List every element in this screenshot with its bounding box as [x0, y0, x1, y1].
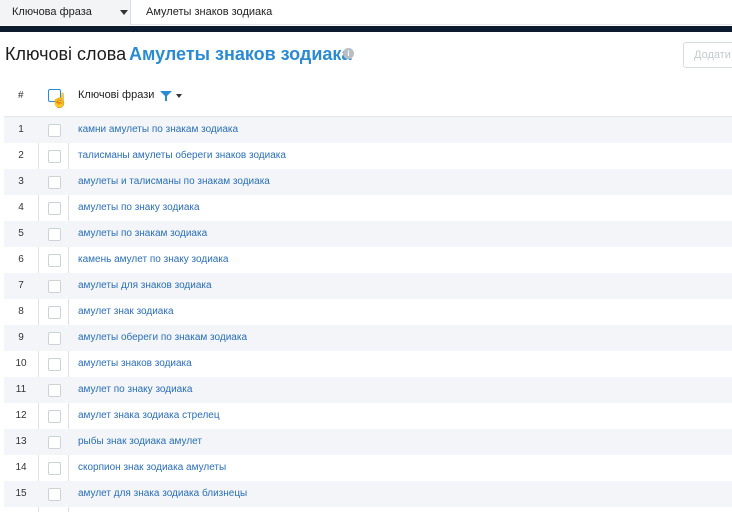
keyword-link[interactable]: амулеты для знаков зодиака — [78, 280, 212, 291]
keyword-link[interactable]: талисманы амулеты обереги знаков зодиака — [78, 150, 286, 161]
row-number: 9 — [18, 332, 24, 343]
table-row: 15 амулет для знака зодиака близнецы — [4, 481, 732, 507]
row-checkbox[interactable] — [48, 332, 61, 345]
row-number: 8 — [18, 306, 24, 317]
filter-icon-stem — [165, 96, 167, 101]
row-checkbox[interactable] — [48, 462, 61, 475]
table-row: 12 амулет знака зодиака стрелец — [4, 403, 732, 429]
sort-chevron-icon[interactable] — [176, 94, 182, 98]
keyword-link[interactable]: амулеты по знаку зодиака — [78, 202, 200, 213]
search-input[interactable]: Амулеты знаков зодиака — [146, 6, 272, 18]
keyword-link[interactable]: рыбы знак зодиака амулет — [78, 436, 202, 447]
keyword-link[interactable]: амулет знака зодиака стрелец — [78, 410, 220, 421]
row-number: 1 — [18, 124, 24, 135]
row-number: 6 — [18, 254, 24, 265]
keyword-link[interactable]: камни амулеты по знакам зодиака — [78, 124, 238, 135]
chevron-down-icon[interactable] — [120, 10, 128, 15]
row-number: 11 — [15, 384, 27, 395]
row-number: 5 — [18, 228, 24, 239]
table-row: 5 амулеты по знакам зодиака — [4, 221, 732, 247]
row-checkbox[interactable] — [48, 254, 61, 267]
column-header-keywords[interactable]: Ключові фрази — [78, 89, 154, 101]
keywords-table: # ☝ Ключові фрази 1 камни амулеты по знак… — [4, 74, 732, 512]
keyword-link[interactable]: камень амулет по знаку зодиака — [78, 254, 229, 265]
row-number: 13 — [15, 436, 27, 447]
row-number: 15 — [15, 488, 27, 499]
keyword-link[interactable]: амулеты по знакам зодиака — [78, 228, 207, 239]
keyword-link[interactable]: скорпион знак зодиака амулеты — [78, 462, 226, 473]
table-row: 3 амулеты и талисманы по знакам зодиака — [4, 169, 732, 195]
add-button[interactable]: Додати — [683, 42, 732, 68]
table-row: 2 талисманы амулеты обереги знаков зодиак… — [4, 143, 732, 169]
row-number: 2 — [18, 150, 24, 161]
table-row: 11 амулет по знаку зодиака — [4, 377, 732, 403]
row-checkbox[interactable] — [48, 124, 61, 137]
hand-cursor-icon: ☝ — [51, 92, 69, 108]
row-checkbox[interactable] — [48, 384, 61, 397]
field-select-label: Ключова фраза — [12, 6, 92, 18]
table-row: 6 камень амулет по знаку зодиака — [4, 247, 732, 273]
keyword-link[interactable]: амулет для знака зодиака близнецы — [78, 488, 247, 499]
page-title-phrase: Амулеты знаков зодиака — [129, 44, 352, 64]
row-checkbox[interactable] — [48, 280, 61, 293]
row-number: 12 — [15, 410, 27, 421]
table-row: 7 амулеты для знаков зодиака — [4, 273, 732, 299]
keyword-link[interactable]: амулеты и талисманы по знакам зодиака — [78, 176, 270, 187]
divider-bar — [0, 26, 732, 32]
keyword-link[interactable]: амулет по знаку зодиака — [78, 384, 192, 395]
table-row: 8 амулет знак зодиака — [4, 299, 732, 325]
row-checkbox[interactable] — [48, 410, 61, 423]
table-header: # ☝ Ключові фрази — [4, 74, 732, 117]
column-header-number: # — [18, 90, 24, 101]
row-checkbox[interactable] — [48, 306, 61, 319]
table-row: 13 рыбы знак зодиака амулет — [4, 429, 732, 455]
table-row: 14 скорпион знак зодиака амулеты — [4, 455, 732, 481]
table-row: 9 амулеты обереги по знакам зодиака — [4, 325, 732, 351]
row-checkbox[interactable] — [48, 436, 61, 449]
info-icon[interactable]: i — [343, 48, 354, 59]
keyword-link[interactable]: амулет знак зодиака — [78, 306, 174, 317]
keyword-link[interactable]: амулеты знаков зодиака — [78, 358, 192, 369]
filter-bar: Ключова фраза Амулеты знаков зодиака — [0, 0, 732, 25]
row-checkbox[interactable] — [48, 228, 61, 241]
page-header: Ключові слова Амулеты знаков зодиака — [0, 42, 732, 70]
row-checkbox[interactable] — [48, 488, 61, 501]
row-number: 10 — [15, 358, 27, 369]
table-row: 4 амулеты по знаку зодиака — [4, 195, 732, 221]
table-row: 1 камни амулеты по знакам зодиака — [4, 117, 732, 143]
row-number: 4 — [18, 202, 24, 213]
row-number: 3 — [18, 176, 24, 187]
page-title: Ключові слова — [5, 44, 127, 64]
table-row: 10 амулеты знаков зодиака — [4, 351, 732, 377]
row-checkbox[interactable] — [48, 150, 61, 163]
row-checkbox[interactable] — [48, 202, 61, 215]
row-checkbox[interactable] — [48, 176, 61, 189]
row-checkbox[interactable] — [48, 358, 61, 371]
field-select-dropdown[interactable]: Ключова фраза — [0, 0, 131, 25]
row-number: 7 — [18, 280, 24, 291]
row-number: 14 — [15, 462, 27, 473]
keyword-link[interactable]: амулеты обереги по знакам зодиака — [78, 332, 247, 343]
